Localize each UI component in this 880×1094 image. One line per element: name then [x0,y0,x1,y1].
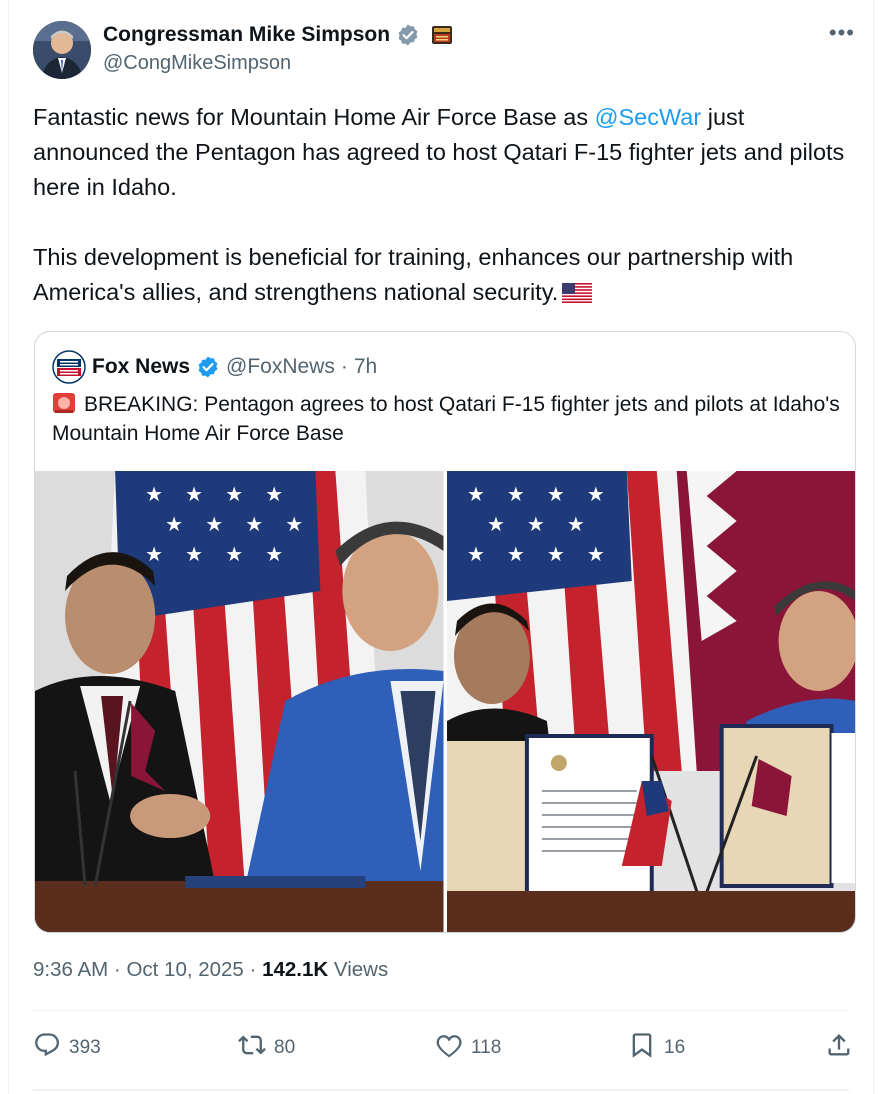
quoted-text-body: BREAKING: Pentagon agrees to host Qatari… [52,393,840,445]
quoted-tweet-header: Fox News @FoxNews · 7h [52,350,377,384]
svg-text:★: ★ [145,482,163,506]
svg-text:★: ★ [586,542,604,566]
repost-button[interactable]: 80 [238,1028,295,1068]
author-name-row: Congressman Mike Simpson [103,22,453,48]
svg-text:★: ★ [165,512,183,536]
svg-text:★: ★ [526,512,544,536]
views-count[interactable]: 142.1K [262,958,328,981]
svg-text:★: ★ [566,512,584,536]
tweet-meta: 9:36 AM · Oct 10, 2025 · 142.1K Views [33,958,388,982]
affiliation-badge-icon[interactable] [432,26,453,44]
photo-signing[interactable]: ★ ★ ★ ★ ★ ★ ★ ★ ★ ★ ★ [446,471,855,932]
divider [33,1010,849,1011]
svg-text:★: ★ [265,482,283,506]
quoted-tweet-text: BREAKING: Pentagon agrees to host Qatari… [52,390,842,448]
reply-count: 393 [69,1037,101,1058]
repost-icon [238,1031,266,1065]
tweet-card: Congressman Mike Simpson @CongMikeSimpso… [8,0,874,1094]
svg-text:★: ★ [466,542,484,566]
svg-text:★: ★ [466,482,484,506]
tweet-text-pre: Fantastic news for Mountain Home Air For… [33,104,595,130]
svg-text:★: ★ [205,512,223,536]
svg-text:★: ★ [506,542,524,566]
like-button[interactable]: 118 [435,1028,501,1068]
meta-separator-1: · [113,958,121,981]
reply-button[interactable]: 393 [33,1028,101,1068]
share-icon [825,1031,853,1065]
author-avatar[interactable] [33,21,91,79]
tweet-date[interactable]: Oct 10, 2025 [126,958,243,981]
quoted-tweet[interactable]: Fox News @FoxNews · 7h BREAKING: Pentago… [34,331,856,933]
meta-separator-2: · [249,958,257,981]
quoted-separator: · [340,355,348,378]
bookmark-button[interactable]: 16 [628,1028,685,1068]
svg-text:★: ★ [546,542,564,566]
siren-emoji-icon [52,392,76,414]
svg-text:★: ★ [546,482,564,506]
svg-text:★: ★ [225,542,243,566]
like-count: 118 [471,1037,502,1058]
svg-text:★: ★ [586,482,604,506]
svg-text:★: ★ [225,482,243,506]
tweet-paragraph-1: Fantastic news for Mountain Home Air For… [33,100,853,205]
svg-text:★: ★ [285,512,303,536]
svg-text:★: ★ [245,512,263,536]
author-handle[interactable]: @CongMikeSimpson [103,52,291,75]
quoted-author-name[interactable]: Fox News [92,355,190,379]
svg-text:★: ★ [185,542,203,566]
bookmark-count: 16 [664,1037,686,1058]
svg-text:★: ★ [486,512,504,536]
quoted-author-handle[interactable]: @FoxNews [226,355,335,379]
more-horizontal-icon[interactable]: ••• [829,20,855,46]
photo-handshake[interactable]: ★ ★ ★ ★ ★ ★ ★ ★ ★ ★ ★ ★ [35,471,444,932]
bottom-divider [33,1089,849,1091]
heart-icon [435,1031,463,1065]
repost-count: 80 [274,1037,296,1058]
svg-text:★: ★ [265,542,283,566]
action-bar: 393 80 118 16 [33,1028,853,1068]
quoted-media: ★ ★ ★ ★ ★ ★ ★ ★ ★ ★ ★ ★ ★ ★ ★ ★ ★ ★ ★ ★ … [35,471,855,932]
tweet-paragraph-2: This development is beneficial for train… [33,240,853,310]
svg-text:★: ★ [145,542,163,566]
tweet-text: Fantastic news for Mountain Home Air For… [33,100,853,310]
quoted-verified-badge-icon[interactable] [196,355,220,379]
reply-icon [33,1031,61,1065]
verified-badge-icon[interactable] [396,23,420,47]
svg-text:★: ★ [185,482,203,506]
share-button[interactable] [825,1028,853,1068]
bookmark-icon [628,1031,656,1065]
views-label: Views [333,958,389,981]
fox-news-logo-icon[interactable] [52,350,86,384]
tweet-time[interactable]: 9:36 AM [33,958,108,981]
author-name[interactable]: Congressman Mike Simpson [103,23,390,47]
quoted-timestamp[interactable]: 7h [354,355,377,379]
svg-text:★: ★ [506,482,524,506]
us-flag-emoji-icon [562,278,593,303]
tweet-text-p2: This development is beneficial for train… [33,244,794,305]
mention-link[interactable]: @SecWar [595,104,702,130]
